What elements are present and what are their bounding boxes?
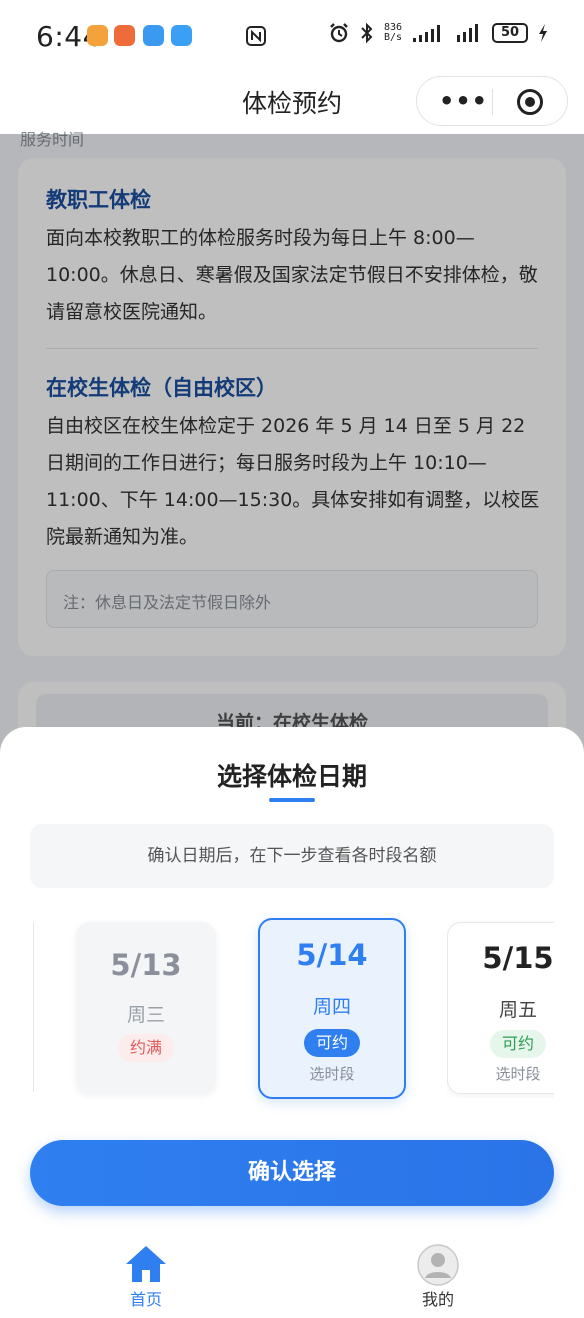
- status-bar: 6:44 836 B/s 50: [0, 0, 584, 70]
- date-option-full[interactable]: 5/13 周三 约满: [76, 922, 216, 1094]
- capsule-divider: [492, 89, 493, 115]
- select-slot-hint: 选时段: [309, 1065, 355, 1083]
- close-miniprogram-button[interactable]: [517, 89, 543, 115]
- status-indicators: 836 B/s 50: [328, 22, 548, 44]
- signal-icon-2: [457, 24, 478, 42]
- date-option-selected[interactable]: 5/14 周四 可约 选时段: [258, 918, 406, 1099]
- miniprogram-capsule: •••: [416, 76, 568, 126]
- available-badge: 可约: [303, 1029, 361, 1057]
- date-scroll-clip: 5/15 周五 可约 选时段: [447, 920, 554, 1098]
- date-picker-sheet: 选择体检日期 确认日期后，在下一步查看各时段名额 5/13 周三 约满 5/14…: [0, 727, 584, 1318]
- title-underline: [269, 798, 315, 802]
- navigation-bar: 体检预约 •••: [0, 70, 584, 134]
- weekday-label: 周三: [126, 1004, 165, 1026]
- home-icon: [126, 1246, 166, 1282]
- network-speed-unit: B/s: [383, 32, 402, 43]
- previous-date-edge: [30, 922, 34, 1092]
- full-badge: 约满: [117, 1034, 175, 1062]
- hint-banner: 确认日期后，在下一步查看各时段名额: [30, 824, 554, 888]
- sheet-title: 选择体检日期: [216, 762, 367, 791]
- alarm-icon: [330, 23, 348, 43]
- message-notification-icon: [143, 25, 164, 46]
- app-notification-icon-1: [87, 25, 108, 46]
- signal-icon-1: [413, 25, 440, 42]
- weekday-label: 周四: [312, 996, 351, 1018]
- nfc-icon: [246, 26, 266, 46]
- confirm-button[interactable]: 确认选择: [30, 1140, 554, 1206]
- more-menu-button[interactable]: •••: [439, 87, 488, 115]
- network-speed: 836 B/s: [384, 23, 402, 43]
- charging-icon: [539, 24, 547, 42]
- avatar-icon: [417, 1244, 459, 1286]
- date-option-available[interactable]: 5/15 周五 可约 选时段: [447, 922, 554, 1094]
- date-label: 5/14: [296, 938, 368, 972]
- tab-mine-label: 我的: [421, 1290, 454, 1309]
- tab-home-label: 首页: [129, 1290, 162, 1309]
- app-notification-icon-2: [114, 25, 135, 46]
- cloud-notification-icon: [171, 25, 192, 46]
- bluetooth-icon: [361, 22, 373, 44]
- date-label: 5/13: [110, 948, 182, 982]
- available-badge: 可约: [489, 1030, 547, 1058]
- battery-indicator: 50: [492, 23, 528, 43]
- date-label: 5/15: [482, 941, 554, 975]
- select-slot-hint: 选时段: [495, 1065, 541, 1083]
- weekday-label: 周五: [498, 999, 537, 1021]
